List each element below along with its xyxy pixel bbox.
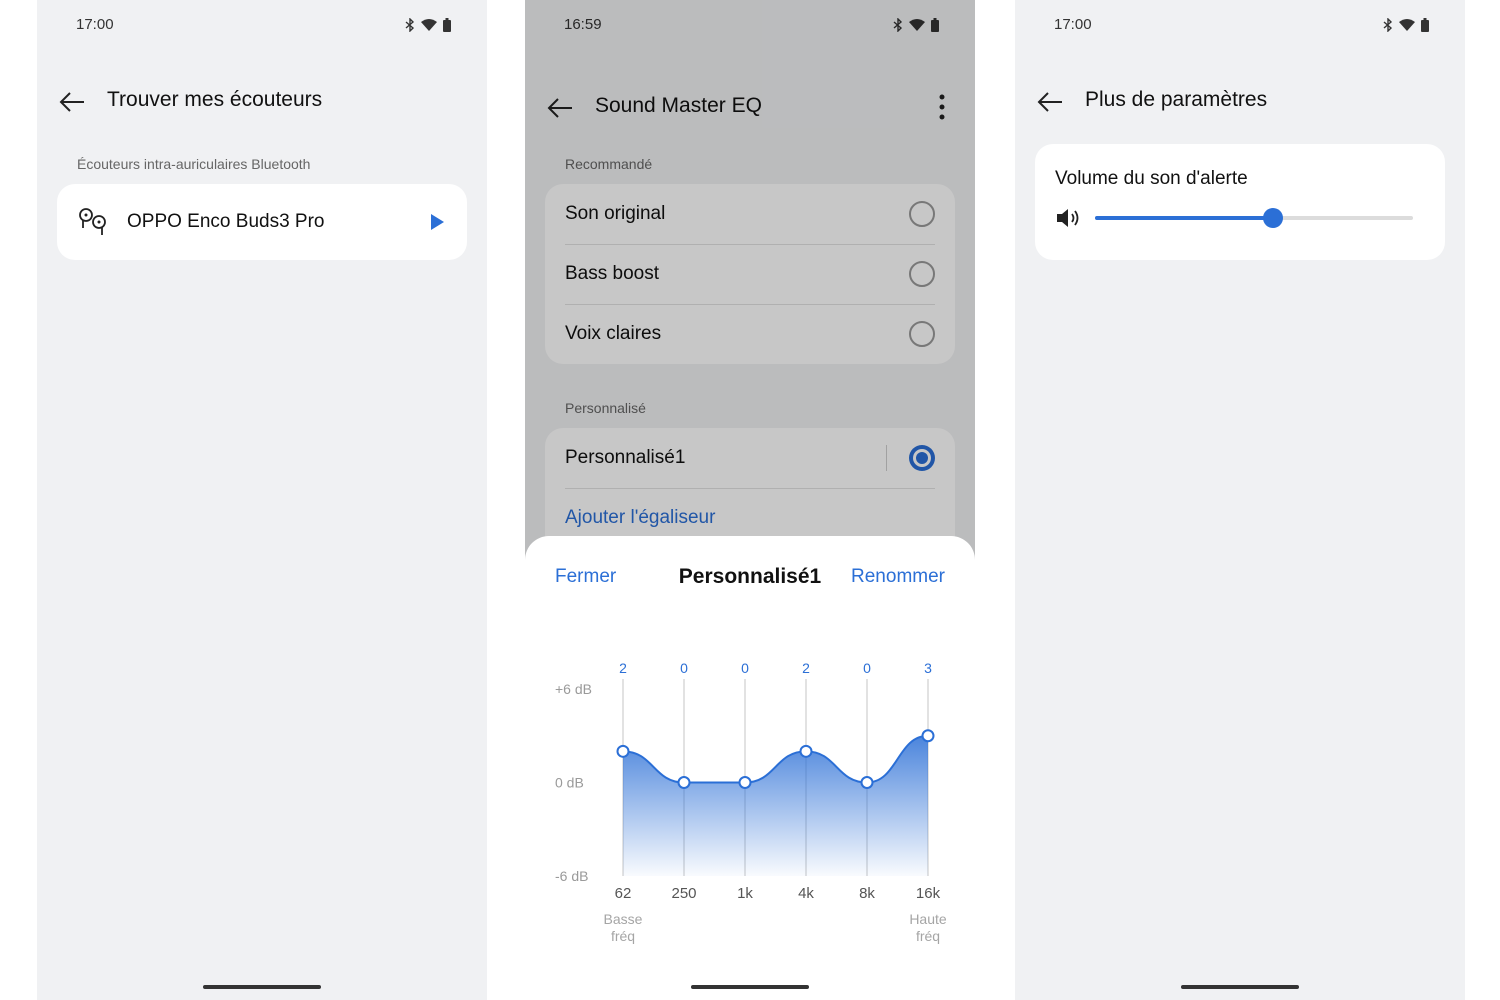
battery-icon [443,18,451,32]
eq-value-label: 2 [619,660,627,676]
eq-frequency-label: 250 [671,885,696,902]
status-bar: 17:00 [1015,16,1465,36]
home-indicator[interactable] [1181,985,1299,989]
back-arrow-icon[interactable] [57,88,87,116]
home-indicator[interactable] [203,985,321,989]
wifi-icon [1399,19,1415,31]
volume-slider-fill [1095,216,1274,220]
low-frequency-label: fréq [611,928,635,944]
status-time: 17:00 [1054,16,1092,33]
eq-handle[interactable] [677,776,691,789]
volume-slider-thumb[interactable] [1263,208,1284,228]
low-frequency-label: Basse [604,911,643,927]
eq-value-label: 2 [802,660,810,676]
screen-sound-master-eq: 16:59 Sound Master EQ Recommandé Son ori… [525,0,975,1000]
y-tick-label: 0 dB [555,775,584,791]
speaker-icon [1057,209,1079,227]
eq-handle[interactable] [616,744,630,758]
page-title: Plus de paramètres [1085,88,1268,111]
eq-handle[interactable] [738,776,752,789]
status-time: 17:00 [76,16,114,33]
battery-icon [1421,18,1429,32]
equalizer-chart[interactable]: +6 dB0 dB-6 dB262025001k24k08k316kBassef… [525,636,975,976]
eq-area [623,735,928,876]
device-card[interactable]: OPPO Enco Buds3 Pro [57,184,467,260]
eq-frequency-label: 8k [859,885,875,902]
eq-value-label: 3 [924,660,932,676]
eq-value-label: 0 [680,660,688,676]
screen-find-earbuds: 17:00 Trouver mes écouteurs Écouteurs in… [37,0,487,1000]
eq-handle[interactable] [921,729,935,743]
earbuds-icon [79,208,106,235]
status-bar: 17:00 [37,16,487,36]
wifi-icon [421,19,437,31]
page-title: Trouver mes écouteurs [107,88,323,111]
device-row[interactable]: OPPO Enco Buds3 Pro [57,184,467,260]
eq-frequency-label: 62 [615,885,632,902]
section-label: Écouteurs intra-auriculaires Bluetooth [77,156,311,172]
eq-value-label: 0 [741,660,749,676]
volume-slider[interactable] [1095,208,1413,228]
play-icon[interactable] [427,212,447,232]
back-arrow-icon[interactable] [1035,88,1065,116]
home-indicator[interactable] [691,985,809,989]
bluetooth-icon [1383,18,1393,32]
volume-card: Volume du son d'alerte [1035,144,1445,260]
eq-value-label: 0 [863,660,871,676]
bluetooth-icon [405,18,415,32]
eq-frequency-label: 4k [798,885,814,902]
eq-bottom-sheet: Fermer Personnalisé1 Renommer +6 dB 0 dB -… [525,536,975,1000]
eq-frequency-label: 1k [737,885,753,902]
high-frequency-label: Haute [909,911,947,927]
y-tick-label: -6 dB [555,868,588,884]
volume-label: Volume du son d'alerte [1055,168,1248,189]
eq-frequency-label: 16k [916,885,941,902]
app-bar: Trouver mes écouteurs [37,82,487,122]
screen-more-settings: 17:00 Plus de paramètres Volume du son d… [1015,0,1465,1000]
rename-button[interactable]: Renommer [851,566,945,588]
device-name: OPPO Enco Buds3 Pro [127,211,325,232]
eq-handle[interactable] [860,776,874,789]
app-bar: Plus de paramètres [1015,82,1465,122]
eq-handle[interactable] [799,744,813,758]
y-tick-label: +6 dB [555,681,592,697]
high-frequency-label: fréq [916,928,940,944]
